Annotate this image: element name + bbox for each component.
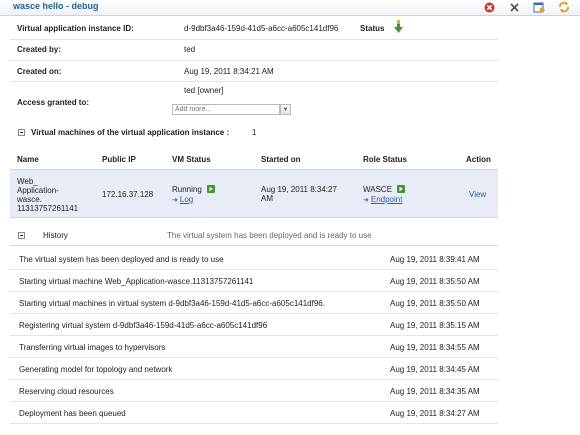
history-message: Deployment has been queued	[19, 409, 126, 418]
instance-id-row: Virtual application instance ID: d-9dbf3…	[10, 17, 498, 40]
history-row: Reserving cloud resources Aug 19, 2011 8…	[10, 380, 498, 402]
arrow-right-icon: ➜	[363, 197, 369, 204]
history-time: Aug 19, 2011 8:35:15 AM	[390, 321, 480, 330]
history-time: Aug 19, 2011 8:34:45 AM	[390, 365, 480, 374]
stop-icon[interactable]	[483, 1, 495, 13]
instance-id-label: Virtual application instance ID:	[17, 24, 134, 33]
history-message: The virtual system has been deployed and…	[19, 255, 224, 264]
col-public-ip: Public IP	[102, 155, 136, 164]
history-message: Registering virtual system d-9dbf3a46-15…	[19, 321, 268, 330]
vm-section-title: Virtual machines of the virtual applicat…	[31, 128, 230, 137]
history-message: Reserving cloud resources	[19, 387, 114, 396]
col-action: Action	[466, 155, 491, 164]
role-status-cell: WASCE ➜ Endpoint	[363, 185, 406, 206]
created-on-row: Created on: Aug 19, 2011 8:34:21 AM	[10, 60, 498, 82]
log-link[interactable]: Log	[180, 195, 193, 204]
role-running-icon	[397, 185, 406, 193]
history-row: Starting virtual machines in virtual sys…	[10, 292, 498, 314]
col-vm-status: VM Status	[172, 155, 211, 164]
add-more-input[interactable]	[172, 104, 280, 115]
history-row: Registering virtual system d-9dbf3a46-15…	[10, 314, 498, 336]
history-message: Starting virtual machine Web_Application…	[19, 277, 254, 286]
history-time: Aug 19, 2011 8:39:41 AM	[390, 255, 480, 264]
history-message: Starting virtual machines in virtual sys…	[19, 299, 325, 308]
access-label: Access granted to:	[17, 98, 90, 107]
created-by-row: Created by: ted	[10, 39, 498, 61]
history-time: Aug 19, 2011 8:35:50 AM	[390, 299, 480, 308]
history-row: Starting virtual machine Web_Application…	[10, 270, 498, 292]
chevron-down-icon: ▼	[282, 106, 289, 113]
vm-name-line: Web_	[17, 177, 38, 186]
history-message: Generating model for topology and networ…	[19, 365, 173, 374]
vm-status-text: Running	[172, 185, 202, 194]
vm-status-cell: Running ➜ Log	[172, 185, 216, 206]
arrow-right-icon: ➜	[172, 197, 178, 204]
history-row: Generating model for topology and networ…	[10, 358, 498, 380]
vm-section-collapse-icon[interactable]	[18, 129, 25, 136]
col-started-on: Started on	[261, 155, 301, 164]
view-link[interactable]: View	[469, 190, 486, 199]
refresh-icon[interactable]	[558, 1, 570, 13]
vm-started-on: Aug 19, 2011 8:34:27 AM	[261, 185, 337, 203]
endpoint-link[interactable]: Endpoint	[371, 195, 403, 204]
history-row: Deployment has been queued Aug 19, 2011 …	[10, 402, 498, 424]
history-time: Aug 19, 2011 8:35:50 AM	[390, 277, 480, 286]
vm-table-header: Name Public IP VM Status Started on Role…	[10, 149, 498, 170]
window-titlebar: wasce hello - debug	[0, 0, 580, 16]
vm-name: Web_ Application- wasce. 11313757261141	[17, 177, 78, 213]
created-on-label: Created on:	[17, 67, 62, 76]
history-header: History The virtual system has been depl…	[10, 225, 498, 246]
vm-name-line: 11313757261141	[17, 204, 79, 213]
history-message: Transferring virtual images to hyperviso…	[19, 343, 166, 352]
history-collapse-icon[interactable]	[18, 232, 25, 239]
history-row: Transferring virtual images to hyperviso…	[10, 336, 498, 358]
running-icon	[207, 185, 216, 193]
vm-count: 1	[252, 128, 257, 137]
title-toolbar	[483, 1, 570, 13]
created-by-label: Created by:	[17, 45, 62, 54]
history-title: History	[43, 231, 68, 240]
col-role-status: Role Status	[363, 155, 408, 164]
access-row: Access granted to: ted [owner]	[10, 81, 498, 121]
vm-section-header: Virtual machines of the virtual applicat…	[10, 121, 498, 145]
history-time: Aug 19, 2011 8:34:55 AM	[390, 343, 480, 352]
vm-table-row: Web_ Application- wasce. 11313757261141 …	[10, 170, 498, 218]
add-more-dropdown-button[interactable]: ▼	[280, 104, 291, 115]
vm-name-line: wasce.	[17, 195, 42, 204]
edit-icon[interactable]	[533, 1, 545, 13]
started-on-line: Aug 19, 2011 8:34:27	[261, 185, 337, 194]
history-status-message: The virtual system has been deployed and…	[167, 231, 372, 240]
created-on-value: Aug 19, 2011 8:34:21 AM	[184, 67, 274, 76]
status-icon	[394, 20, 403, 36]
window-title: wasce hello - debug	[13, 1, 99, 11]
vm-public-ip: 172.16.37.128	[102, 190, 154, 199]
history-time: Aug 19, 2011 8:34:35 AM	[390, 387, 480, 396]
role-status-text: WASCE	[363, 185, 393, 194]
vm-name-line: Application-	[17, 186, 59, 195]
col-name: Name	[17, 155, 39, 164]
access-value: ted [owner]	[184, 86, 224, 95]
created-by-value: ted	[184, 45, 196, 54]
status-label: Status	[360, 24, 385, 33]
instance-id-value: d-9dbf3a46-159d-41d5-a6cc-a605c141df96	[184, 24, 339, 33]
history-time: Aug 19, 2011 8:34:27 AM	[390, 409, 480, 418]
history-row: The virtual system has been deployed and…	[10, 248, 498, 270]
started-on-line: AM	[261, 194, 273, 203]
delete-icon[interactable]	[508, 1, 520, 13]
